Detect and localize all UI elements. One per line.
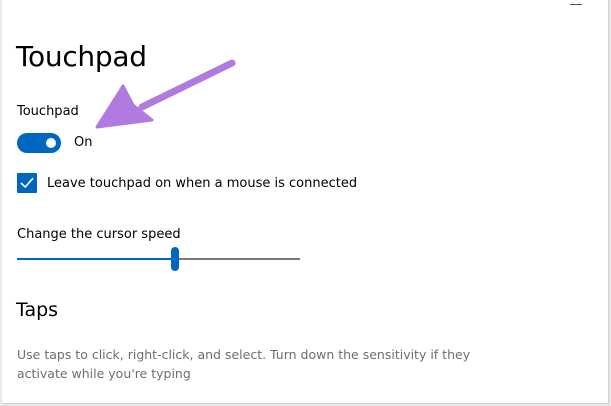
settings-window: Touchpad Touchpad On Leave touchpad on w… bbox=[2, 0, 609, 404]
annotation-arrow-icon bbox=[95, 59, 236, 129]
